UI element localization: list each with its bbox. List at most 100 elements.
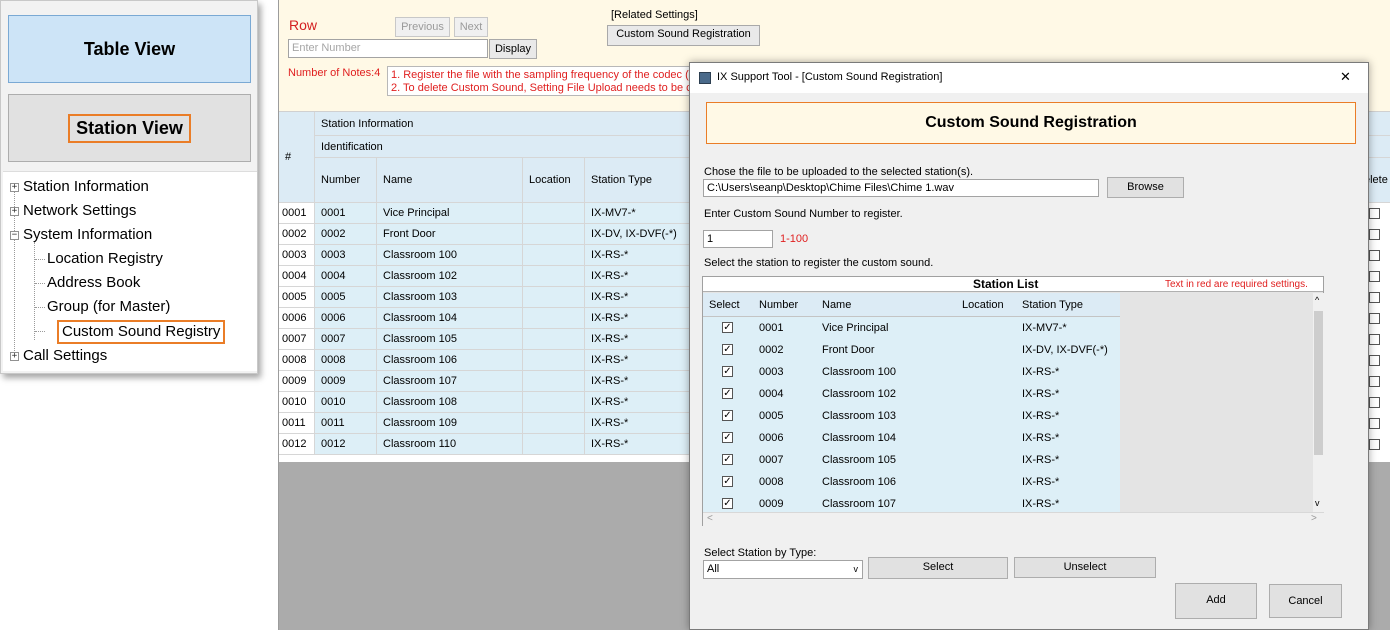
grid-cell-name[interactable]: Classroom 107 xyxy=(377,371,523,392)
expand-plus-icon[interactable]: + xyxy=(10,207,19,216)
table-view-button[interactable]: Table View xyxy=(8,15,251,83)
grid-cell-name[interactable]: Classroom 100 xyxy=(377,245,523,266)
grid-cell-name[interactable]: Classroom 106 xyxy=(377,350,523,371)
delete-checkbox[interactable] xyxy=(1369,313,1380,324)
station-list-row[interactable]: ✓ 0007 Classroom 105 IX-RS-* xyxy=(703,449,1120,471)
tree-item-network-settings[interactable]: Network Settings xyxy=(23,199,136,223)
grid-cell-location[interactable] xyxy=(523,413,585,434)
tree-item-call-settings[interactable]: Call Settings xyxy=(23,344,107,368)
select-checkbox[interactable]: ✓ xyxy=(722,322,733,333)
delete-checkbox[interactable] xyxy=(1369,355,1380,366)
grid-cell-location[interactable] xyxy=(523,350,585,371)
grid-cell-location[interactable] xyxy=(523,224,585,245)
tree-item-station-information[interactable]: Station Information xyxy=(23,175,149,199)
grid-cell-name[interactable]: Classroom 108 xyxy=(377,392,523,413)
select-checkbox[interactable]: ✓ xyxy=(722,366,733,377)
select-checkbox[interactable]: ✓ xyxy=(722,432,733,443)
tree-item-location-registry[interactable]: Location Registry xyxy=(47,247,163,271)
delete-checkbox[interactable] xyxy=(1369,271,1380,282)
grid-cell-number[interactable]: 0003 xyxy=(315,245,377,266)
grid-cell-location[interactable] xyxy=(523,434,585,455)
delete-checkbox[interactable] xyxy=(1369,397,1380,408)
grid-cell-number[interactable]: 0004 xyxy=(315,266,377,287)
custom-sound-number-input[interactable]: 1 xyxy=(703,230,773,248)
grid-cell-number[interactable]: 0002 xyxy=(315,224,377,245)
station-list-row[interactable]: ✓ 0003 Classroom 100 IX-RS-* xyxy=(703,361,1120,383)
grid-cell-name[interactable]: Classroom 103 xyxy=(377,287,523,308)
grid-cell-location[interactable] xyxy=(523,308,585,329)
tree-item-group-for-master[interactable]: Group (for Master) xyxy=(47,295,170,319)
file-path-input[interactable]: C:\Users\seanp\Desktop\Chime Files\Chime… xyxy=(703,179,1099,197)
select-checkbox[interactable]: ✓ xyxy=(722,454,733,465)
scrollbar-thumb[interactable] xyxy=(1314,311,1323,455)
scroll-down-icon[interactable]: v xyxy=(1315,498,1320,508)
station-list-row[interactable]: ✓ 0006 Classroom 104 IX-RS-* xyxy=(703,427,1120,449)
scroll-right-icon[interactable]: > xyxy=(1311,513,1317,524)
station-list-row[interactable]: ✓ 0002 Front Door IX-DV, IX-DVF(-*) xyxy=(703,339,1120,361)
station-list-row[interactable]: ✓ 0005 Classroom 103 IX-RS-* xyxy=(703,405,1120,427)
vertical-scrollbar[interactable]: ^ v xyxy=(1313,293,1324,512)
grid-cell-number[interactable]: 0011 xyxy=(315,413,377,434)
expand-plus-icon[interactable]: + xyxy=(10,352,19,361)
grid-cell-location[interactable] xyxy=(523,329,585,350)
select-button[interactable]: Select xyxy=(868,557,1008,579)
row-number-input[interactable]: Enter Number xyxy=(288,39,488,58)
grid-cell-location[interactable] xyxy=(523,203,585,224)
grid-cell-name[interactable]: Front Door xyxy=(377,224,523,245)
tree-item-address-book[interactable]: Address Book xyxy=(47,271,140,295)
station-type-dropdown[interactable]: All v xyxy=(703,560,863,579)
grid-cell-name[interactable]: Vice Principal xyxy=(377,203,523,224)
select-checkbox[interactable]: ✓ xyxy=(722,388,733,399)
grid-cell-location[interactable] xyxy=(523,371,585,392)
grid-cell-location[interactable] xyxy=(523,266,585,287)
select-checkbox[interactable]: ✓ xyxy=(722,498,733,509)
delete-checkbox[interactable] xyxy=(1369,208,1380,219)
cancel-button[interactable]: Cancel xyxy=(1269,584,1342,618)
station-view-button[interactable]: Station View xyxy=(8,94,251,162)
custom-sound-registration-button[interactable]: Custom Sound Registration xyxy=(607,25,760,46)
scroll-up-icon[interactable]: ^ xyxy=(1315,295,1319,305)
grid-cell-location[interactable] xyxy=(523,392,585,413)
collapse-minus-icon[interactable]: − xyxy=(10,231,19,240)
delete-checkbox[interactable] xyxy=(1369,439,1380,450)
station-list-row[interactable]: ✓ 0008 Classroom 106 IX-RS-* xyxy=(703,471,1120,493)
grid-cell-number[interactable]: 0012 xyxy=(315,434,377,455)
select-checkbox[interactable]: ✓ xyxy=(722,410,733,421)
delete-checkbox[interactable] xyxy=(1369,292,1380,303)
grid-cell-name[interactable]: Classroom 109 xyxy=(377,413,523,434)
previous-button[interactable]: Previous xyxy=(395,17,450,37)
expand-plus-icon[interactable]: + xyxy=(10,183,19,192)
grid-cell-location[interactable] xyxy=(523,245,585,266)
horizontal-scrollbar[interactable]: < > xyxy=(703,512,1324,526)
station-list-row[interactable]: ✓ 0004 Classroom 102 IX-RS-* xyxy=(703,383,1120,405)
close-icon[interactable]: ✕ xyxy=(1340,63,1351,91)
grid-cell-name[interactable]: Classroom 110 xyxy=(377,434,523,455)
delete-checkbox[interactable] xyxy=(1369,229,1380,240)
grid-cell-name[interactable]: Classroom 105 xyxy=(377,329,523,350)
scroll-left-icon[interactable]: < xyxy=(707,513,713,524)
grid-cell-number[interactable]: 0007 xyxy=(315,329,377,350)
tree-item-custom-sound-registry[interactable]: Custom Sound Registry xyxy=(57,320,226,344)
grid-cell-location[interactable] xyxy=(523,287,585,308)
grid-cell-name[interactable]: Classroom 102 xyxy=(377,266,523,287)
select-checkbox[interactable]: ✓ xyxy=(722,344,733,355)
grid-cell-number[interactable]: 0006 xyxy=(315,308,377,329)
delete-checkbox[interactable] xyxy=(1369,418,1380,429)
grid-cell-number[interactable]: 0005 xyxy=(315,287,377,308)
display-button[interactable]: Display xyxy=(489,39,537,59)
station-list-row[interactable]: ✓ 0001 Vice Principal IX-MV7-* xyxy=(703,317,1120,339)
delete-checkbox[interactable] xyxy=(1369,334,1380,345)
unselect-button[interactable]: Unselect xyxy=(1014,557,1156,578)
select-checkbox[interactable]: ✓ xyxy=(722,476,733,487)
tree-item-system-information[interactable]: System Information xyxy=(23,223,152,247)
delete-checkbox[interactable] xyxy=(1369,376,1380,387)
grid-cell-name[interactable]: Classroom 104 xyxy=(377,308,523,329)
grid-cell-number[interactable]: 0010 xyxy=(315,392,377,413)
grid-cell-number[interactable]: 0009 xyxy=(315,371,377,392)
next-button[interactable]: Next xyxy=(454,17,488,37)
grid-cell-number[interactable]: 0008 xyxy=(315,350,377,371)
add-button[interactable]: Add xyxy=(1175,583,1257,619)
delete-checkbox[interactable] xyxy=(1369,250,1380,261)
browse-button[interactable]: Browse xyxy=(1107,177,1184,198)
grid-cell-number[interactable]: 0001 xyxy=(315,203,377,224)
